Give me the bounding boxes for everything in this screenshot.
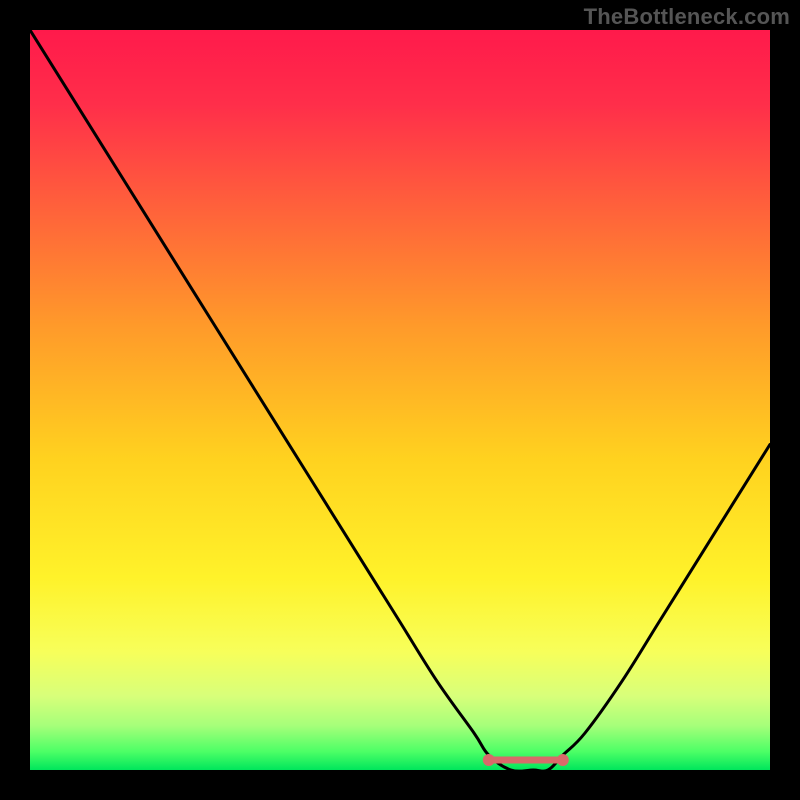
optimal-marker [557,754,569,766]
plot-area [30,30,770,770]
bottleneck-chart [30,30,770,770]
gradient-background [30,30,770,770]
optimal-marker [483,754,495,766]
chart-frame: TheBottleneck.com [0,0,800,800]
watermark-text: TheBottleneck.com [584,4,790,30]
